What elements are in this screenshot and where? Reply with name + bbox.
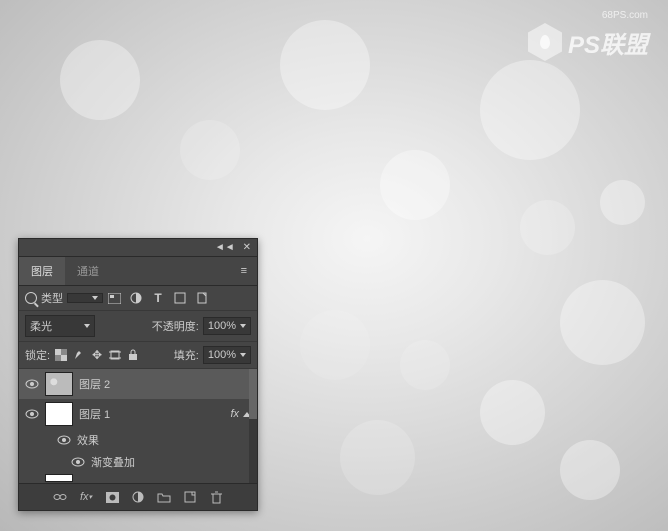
- effects-row[interactable]: 效果: [19, 429, 257, 451]
- layers-list: 图层 2 图层 1 fx 效果 渐变叠加: [19, 369, 257, 483]
- trash-icon[interactable]: [208, 490, 224, 504]
- layer-thumbnail[interactable]: [45, 402, 73, 426]
- filter-row: 类型 T: [19, 286, 257, 311]
- fill-label: 填充:: [174, 347, 199, 363]
- visibility-icon[interactable]: [25, 407, 39, 421]
- filter-pixel-icon[interactable]: [107, 291, 121, 305]
- fill-select[interactable]: 100%: [203, 346, 251, 364]
- layer-row[interactable]: 图层 2: [19, 369, 257, 399]
- lock-all-icon[interactable]: [126, 348, 140, 362]
- filter-label: 类型: [41, 290, 63, 306]
- opacity-select[interactable]: 100%: [203, 317, 251, 335]
- filter-shape-icon[interactable]: [173, 291, 187, 305]
- watermark-site: 68PS.com: [528, 10, 648, 21]
- layer-thumbnail[interactable]: [45, 372, 73, 396]
- filter-type-select[interactable]: [67, 293, 103, 303]
- scrollbar[interactable]: [249, 369, 257, 483]
- layer-row[interactable]: 图层 1 fx: [19, 399, 257, 429]
- opacity-label: 不透明度:: [152, 318, 199, 334]
- effect-item-row[interactable]: 渐变叠加: [19, 451, 257, 473]
- adjustment-icon[interactable]: [130, 490, 146, 504]
- collapse-icon[interactable]: ◄◄: [215, 242, 235, 253]
- mask-icon[interactable]: [104, 490, 120, 504]
- lock-pixels-icon[interactable]: [72, 348, 86, 362]
- panel-menu-icon[interactable]: ≡: [231, 259, 257, 283]
- lock-artboard-icon[interactable]: [108, 348, 122, 362]
- panel-bottom-toolbar: fx▾: [19, 483, 257, 510]
- filter-smart-icon[interactable]: [195, 291, 209, 305]
- lock-label: 锁定:: [25, 347, 50, 363]
- link-icon[interactable]: [52, 490, 68, 504]
- blend-row: 柔光 不透明度: 100%: [19, 311, 257, 342]
- new-layer-icon[interactable]: [182, 490, 198, 504]
- blend-mode-select[interactable]: 柔光: [25, 315, 95, 337]
- filter-text-icon[interactable]: T: [151, 291, 165, 305]
- visibility-icon[interactable]: [25, 377, 39, 391]
- layer-name: 图层 1: [79, 406, 110, 422]
- effect-name: 渐变叠加: [91, 454, 135, 470]
- watermark: 68PS.com PS联盟: [528, 10, 648, 61]
- lock-transparency-icon[interactable]: [54, 348, 68, 362]
- tab-layers[interactable]: 图层: [19, 257, 65, 285]
- layer-thumbnail[interactable]: [45, 474, 73, 482]
- panel-tabs: 图层 通道 ≡: [19, 257, 257, 286]
- lock-position-icon[interactable]: ✥: [90, 348, 104, 362]
- watermark-brand: PS联盟: [568, 25, 648, 60]
- watermark-hex-icon: [528, 23, 562, 61]
- filter-adjust-icon[interactable]: [129, 291, 143, 305]
- tab-channels[interactable]: 通道: [65, 257, 111, 285]
- fx-badge[interactable]: fx: [230, 408, 251, 420]
- fx-icon[interactable]: fx▾: [78, 490, 94, 504]
- layer-name: 图层 2: [79, 376, 110, 392]
- close-icon[interactable]: ✕: [243, 242, 251, 253]
- search-icon[interactable]: [25, 292, 37, 304]
- visibility-icon[interactable]: [71, 455, 85, 469]
- effects-label: 效果: [77, 432, 99, 448]
- layer-row[interactable]: [19, 473, 257, 483]
- group-icon[interactable]: [156, 490, 172, 504]
- layers-panel: ◄◄ ✕ 图层 通道 ≡ 类型 T 柔光 不透明度: 100% 锁定: ✥ 填充…: [18, 238, 258, 511]
- visibility-icon[interactable]: [57, 433, 71, 447]
- lock-row: 锁定: ✥ 填充: 100%: [19, 342, 257, 369]
